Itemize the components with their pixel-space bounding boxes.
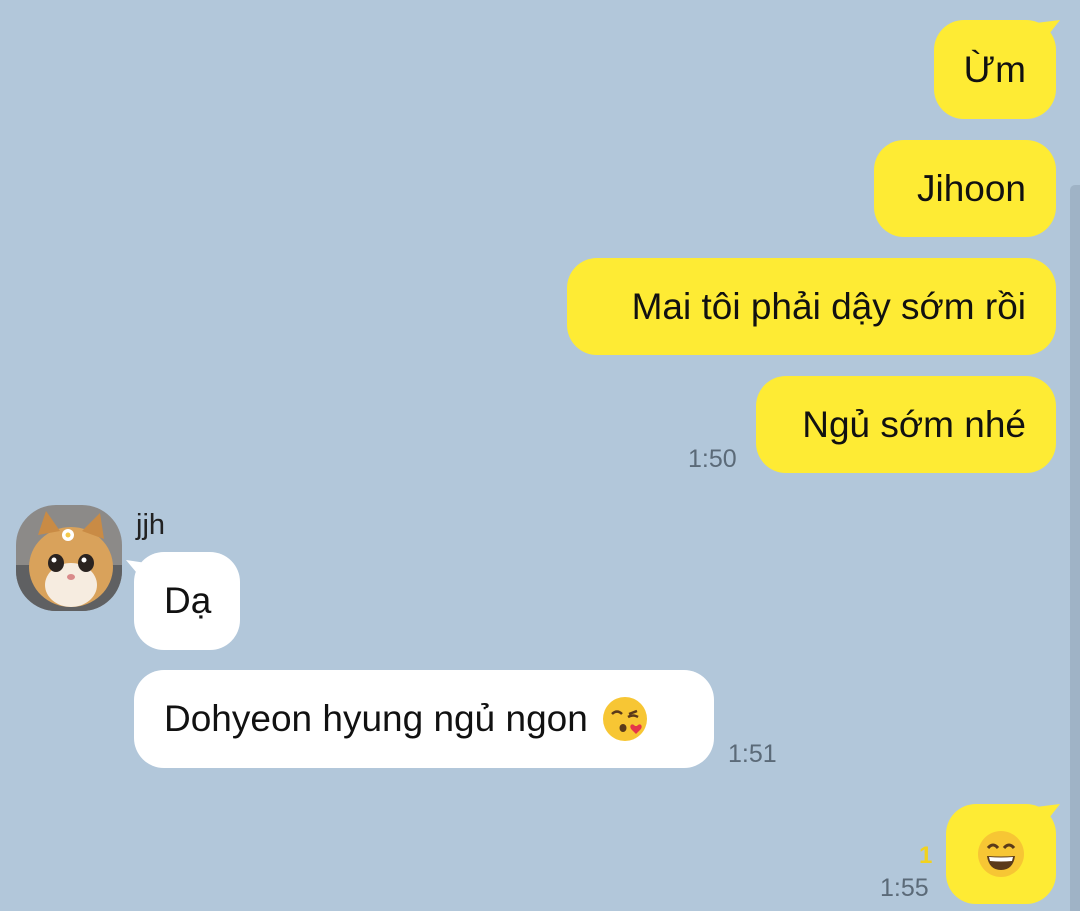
incoming-message[interactable]: Dạ [134, 552, 240, 650]
grinning-face-icon [977, 830, 1025, 878]
cat-avatar-image [16, 505, 122, 611]
message-text: Dạ [164, 580, 212, 621]
face-blowing-kiss-icon [602, 696, 648, 742]
message-text: Ngủ sớm nhé [802, 403, 1026, 445]
sender-name: jjh [136, 509, 166, 541]
outgoing-message[interactable]: Jihoon [874, 140, 1056, 237]
unread-count-badge: 1 [919, 842, 933, 869]
message-text: Ừm [963, 48, 1026, 90]
message-timestamp: 1:50 [688, 445, 737, 473]
outgoing-message[interactable]: Mai tôi phải dậy sớm rồi [567, 258, 1056, 355]
outgoing-message[interactable]: Ngủ sớm nhé [756, 376, 1056, 473]
scrollbar-track[interactable] [1070, 185, 1080, 911]
incoming-message[interactable]: Dohyeon hyung ngủ ngon [134, 670, 714, 768]
message-text: Jihoon [916, 167, 1026, 209]
outgoing-message[interactable]: Ừm [934, 20, 1056, 119]
message-timestamp: 1:51 [728, 740, 777, 768]
message-timestamp: 1:55 [880, 874, 929, 902]
message-text: Mai tôi phải dậy sớm rồi [631, 285, 1026, 327]
avatar[interactable] [16, 505, 122, 611]
message-text: Dohyeon hyung ngủ ngon [164, 698, 588, 739]
